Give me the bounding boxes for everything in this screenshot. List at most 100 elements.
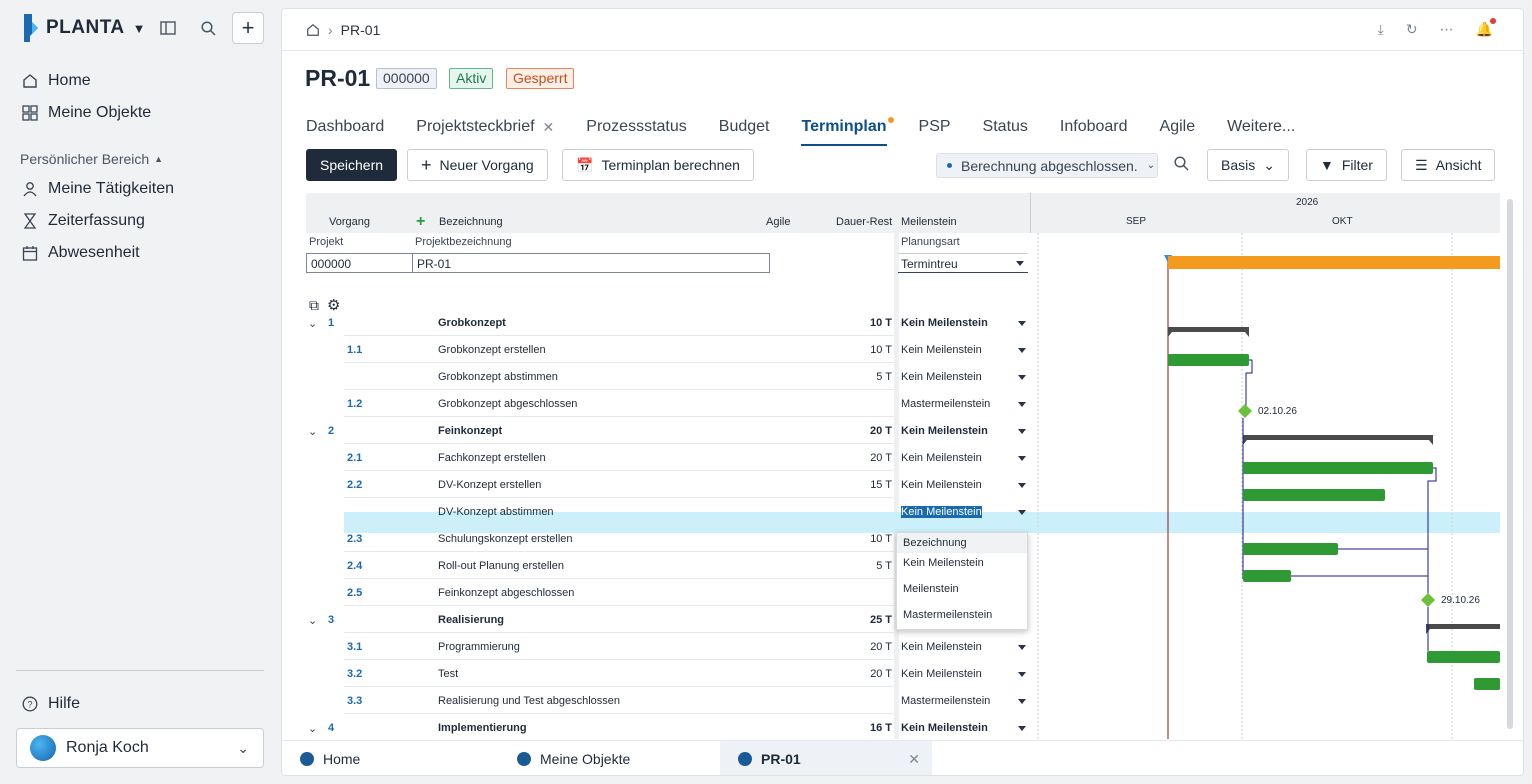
dropdown-arrow-icon[interactable] — [1018, 672, 1026, 677]
nav-item-taetigkeiten[interactable]: Meine Tätigkeiten — [22, 180, 174, 198]
save-button[interactable]: Speichern — [306, 149, 398, 181]
dropdown-arrow-icon[interactable] — [1018, 645, 1026, 650]
add-button[interactable]: + — [232, 12, 264, 44]
dropdown-arrow-icon[interactable] — [1018, 699, 1026, 704]
close-icon[interactable]: ✕ — [543, 119, 555, 136]
section-personal[interactable]: Persönlicher Bereich ▲ — [20, 151, 163, 167]
chevron-down-icon[interactable]: ▼ — [133, 21, 146, 36]
baseline-select[interactable]: Basis ⌄ — [1207, 149, 1289, 181]
dropdown-arrow-icon[interactable] — [1018, 429, 1026, 434]
milestone-select[interactable]: Kein Meilenstein — [901, 317, 988, 329]
task-name: Grobkonzept abstimmen — [438, 371, 558, 383]
column-header-bezeichnung[interactable]: Bezeichnung — [439, 216, 503, 228]
tab-budget[interactable]: Budget — [719, 113, 770, 141]
dropdown-arrow-icon[interactable] — [1018, 348, 1026, 353]
dropdown-arrow-icon[interactable] — [1018, 375, 1026, 380]
dependency-link — [1427, 467, 1437, 601]
dropdown-item[interactable]: Mastermeilenstein — [903, 609, 992, 621]
nav-item-abwesenheit[interactable]: Abwesenheit — [22, 244, 140, 262]
milestone-select[interactable]: Mastermeilenstein — [901, 695, 990, 707]
bell-icon[interactable]: 🔔 — [1476, 18, 1496, 38]
nav-item-zeiterfassung[interactable]: Zeiterfassung — [22, 212, 145, 230]
user-menu[interactable]: Ronja Koch ⌄ — [16, 728, 264, 768]
row-divider — [344, 470, 894, 471]
tab-dashboard[interactable]: Dashboard — [306, 113, 384, 141]
brand-logo[interactable]: PLANTA ▼ — [22, 14, 146, 42]
tab-terminplan[interactable]: Terminplan — [801, 113, 894, 146]
task-duration: 25 T — [869, 614, 892, 626]
nav-item-meine-objekte[interactable]: Meine Objekte — [22, 104, 151, 122]
dropdown-arrow-icon[interactable] — [1018, 483, 1026, 488]
new-task-button[interactable]: + Neuer Vorgang — [407, 149, 548, 181]
column-header-meilenstein[interactable]: Meilenstein — [901, 216, 957, 228]
column-header-agile[interactable]: Agile — [766, 216, 790, 228]
bottom-tab-meine-objekte[interactable]: Meine Objekte — [499, 741, 630, 775]
tab-infoboard[interactable]: Infoboard — [1060, 113, 1128, 141]
button-label: Basis — [1221, 157, 1256, 173]
planning-type-select[interactable]: Termintreu — [898, 253, 1028, 273]
breadcrumb-current[interactable]: PR-01 — [341, 22, 381, 38]
project-name-field[interactable]: PR-01 — [412, 253, 770, 273]
more-icon[interactable]: ⋯ — [1440, 21, 1454, 38]
expand-chevron-icon[interactable]: ⌄ — [308, 614, 317, 627]
add-row-icon[interactable]: + — [416, 213, 425, 231]
milestone-select[interactable]: Mastermeilenstein — [901, 398, 990, 410]
calculate-schedule-button[interactable]: 📅 Terminplan berechnen — [562, 149, 754, 181]
close-icon[interactable]: ✕ — [908, 751, 920, 768]
tab-weitere[interactable]: Weitere... — [1227, 113, 1295, 141]
nav-item-home[interactable]: Home — [22, 72, 91, 90]
dropdown-arrow-icon[interactable] — [1018, 726, 1026, 731]
task-bar — [1474, 678, 1500, 690]
tab-psp[interactable]: PSP — [919, 113, 951, 141]
calculation-status[interactable]: Berechnung abgeschlossen. ⌄ — [936, 153, 1158, 178]
row-divider — [344, 578, 894, 579]
tab-status[interactable]: Status — [983, 113, 1028, 141]
notification-dot — [1490, 18, 1496, 24]
bottom-tab-pr01[interactable]: PR-01 ✕ — [720, 741, 932, 775]
copy-icon[interactable]: ⧉ — [309, 297, 319, 314]
search-icon[interactable] — [1174, 156, 1189, 176]
column-header-vorgang[interactable]: Vorgang — [329, 216, 370, 228]
row-divider — [344, 362, 894, 363]
dropdown-arrow-icon[interactable] — [1018, 321, 1026, 326]
milestone-select[interactable]: Kein Meilenstein — [901, 641, 982, 653]
expand-chevron-icon[interactable]: ⌄ — [308, 317, 317, 330]
sidebar-toggle-icon[interactable] — [156, 16, 180, 40]
filter-button[interactable]: ▼ Filter — [1306, 149, 1387, 181]
tab-agile[interactable]: Agile — [1160, 113, 1196, 141]
home-icon[interactable] — [306, 23, 320, 37]
milestone-select[interactable]: Kein Meilenstein — [901, 506, 982, 518]
tab-prozessstatus[interactable]: Prozessstatus — [586, 113, 686, 141]
project-id-field[interactable]: 000000 — [306, 253, 413, 273]
milestone-select[interactable]: Kein Meilenstein — [901, 479, 982, 491]
bottom-tab-bar: Home Meine Objekte PR-01 ✕ — [282, 740, 1523, 775]
tab-projektsteckbrief[interactable]: Projektsteckbrief ✕ — [416, 113, 554, 141]
milestone-select[interactable]: Kein Meilenstein — [901, 452, 982, 464]
bottom-tab-home[interactable]: Home — [282, 741, 360, 775]
milestone-select[interactable]: Kein Meilenstein — [901, 344, 982, 356]
section-label: Persönlicher Bereich — [20, 151, 150, 167]
milestone-select[interactable]: Kein Meilenstein — [901, 668, 982, 680]
dropdown-arrow-icon[interactable] — [1018, 456, 1026, 461]
sidebar: PLANTA ▼ + Home Meine Objekte Persönlich… — [0, 0, 280, 784]
search-icon[interactable] — [196, 16, 220, 40]
expand-chevron-icon[interactable]: ⌄ — [308, 425, 317, 438]
milestone-select[interactable]: Kein Meilenstein — [901, 371, 982, 383]
download-icon[interactable]: ⤓ — [1378, 21, 1384, 38]
view-button[interactable]: ☰ Ansicht — [1401, 149, 1496, 181]
milestone-select[interactable]: Kein Meilenstein — [901, 425, 988, 437]
gear-icon[interactable]: ⚙ — [327, 296, 340, 314]
refresh-icon[interactable]: ↻ — [1406, 21, 1418, 38]
column-header-dauer-rest[interactable]: Dauer-Rest — [836, 216, 892, 228]
expand-chevron-icon[interactable]: ⌄ — [308, 722, 317, 735]
column-splitter[interactable] — [894, 193, 899, 739]
help-link[interactable]: ? Hilfe — [22, 695, 80, 713]
dropdown-arrow-icon[interactable] — [1018, 402, 1026, 407]
vertical-scrollbar[interactable] — [1507, 199, 1513, 729]
milestone-select[interactable]: Kein Meilenstein — [901, 722, 988, 734]
dropdown-arrow-icon[interactable] — [1018, 510, 1026, 515]
field-label: Planungsart — [901, 236, 960, 248]
dropdown-item[interactable]: Meilenstein — [903, 583, 959, 595]
dropdown-item[interactable]: Kein Meilenstein — [903, 557, 984, 569]
status-badge-locked: Gesperrt — [506, 68, 575, 89]
